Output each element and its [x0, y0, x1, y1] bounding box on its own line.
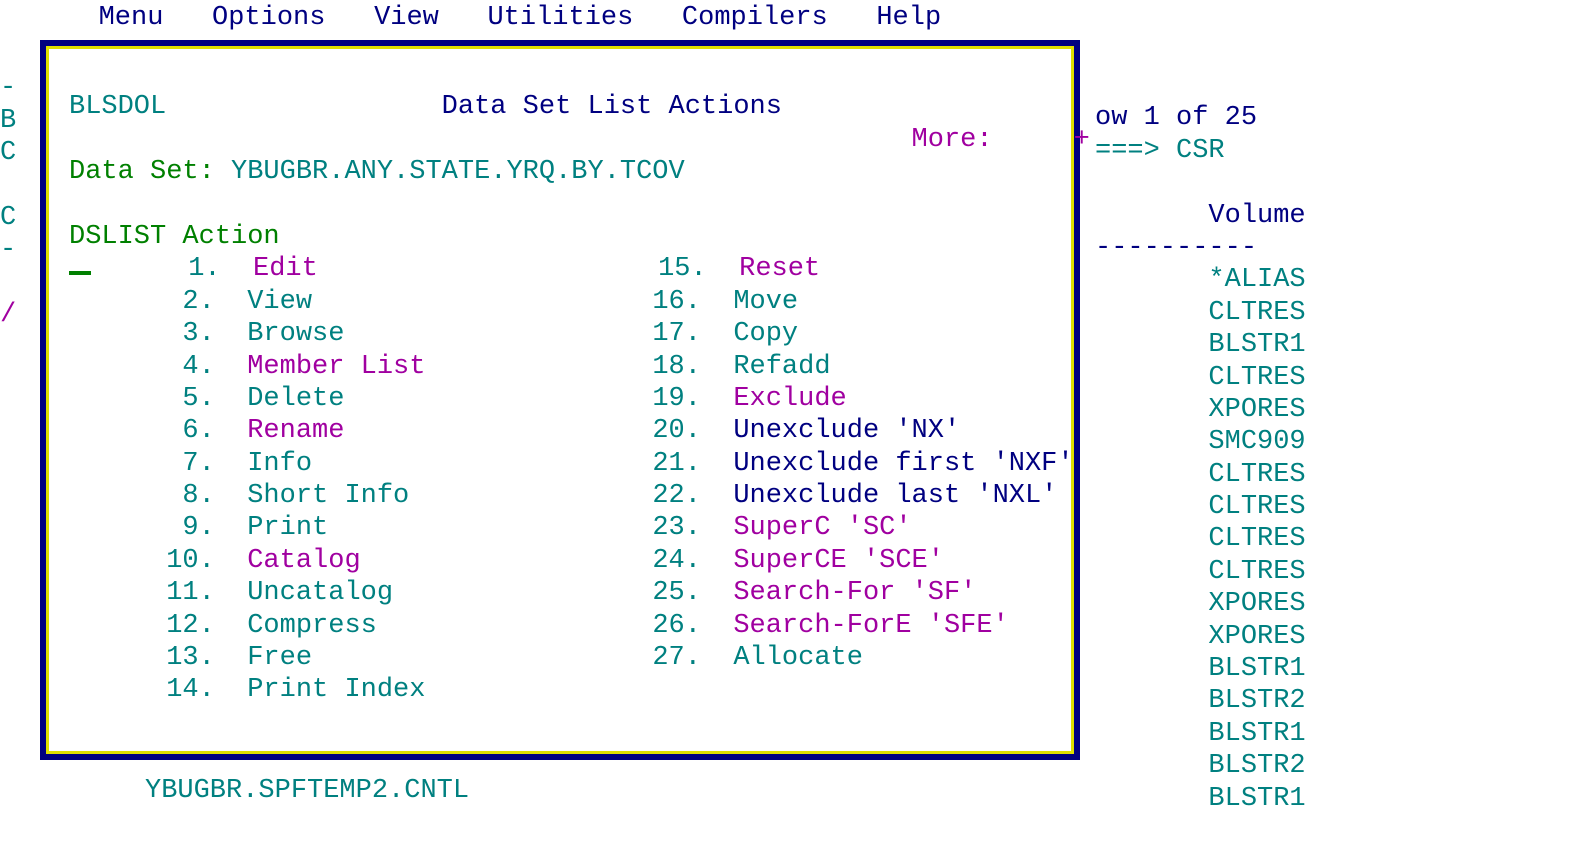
- action-12[interactable]: Compress: [247, 611, 377, 641]
- volume-list: *ALIAS CLTRES BLSTR1 CLTRES XPORES SMC90…: [1095, 264, 1575, 815]
- cursor[interactable]: [69, 271, 91, 275]
- volume-entry: BLSTR2: [1208, 686, 1305, 716]
- volume-entry: CLTRES: [1208, 492, 1305, 522]
- scroll-arrow: ===>: [1095, 136, 1160, 166]
- menu-item-utilities[interactable]: Utilities: [487, 3, 633, 33]
- bottom-dataset: YBUGBR.SPFTEMP2.CNTL: [145, 775, 469, 807]
- volume-entry: XPORES: [1208, 622, 1305, 652]
- action-3[interactable]: Browse: [247, 319, 344, 349]
- row-counter: ow 1 of 25: [1095, 103, 1257, 133]
- volume-entry: CLTRES: [1208, 363, 1305, 393]
- menu-item-compilers[interactable]: Compilers: [682, 3, 828, 33]
- left-dash2: -: [0, 235, 16, 265]
- actions-list: 1. Edit 15. Reset 2. View 16. Move 3. Br…: [69, 253, 1051, 706]
- volume-header: Volume: [1208, 201, 1305, 231]
- popup-title: Data Set List Actions: [442, 92, 782, 122]
- volume-entry: CLTRES: [1208, 460, 1305, 490]
- volume-entry: CLTRES: [1208, 298, 1305, 328]
- left-slash[interactable]: /: [0, 300, 16, 330]
- action-6[interactable]: Rename: [247, 416, 344, 446]
- volume-entry: CLTRES: [1208, 557, 1305, 587]
- scroll-value[interactable]: CSR: [1176, 136, 1225, 166]
- popup-panel: BLSDOL Data Set List Actions More: + Dat…: [40, 40, 1080, 760]
- left-dash: -: [0, 73, 16, 103]
- volume-entry: BLSTR1: [1208, 330, 1305, 360]
- action-20[interactable]: Unexclude 'NX': [733, 416, 960, 446]
- action-8[interactable]: Short Info: [247, 481, 409, 511]
- action-21[interactable]: Unexclude first 'NXF': [733, 449, 1073, 479]
- action-9[interactable]: Print: [247, 513, 328, 543]
- left-c2: C: [0, 203, 16, 233]
- volume-entry: XPORES: [1208, 395, 1305, 425]
- action-17[interactable]: Copy: [733, 319, 798, 349]
- action-24[interactable]: SuperCE 'SCE': [733, 546, 944, 576]
- left-c: C: [0, 138, 16, 168]
- menu-item-view[interactable]: View: [374, 3, 439, 33]
- action-16[interactable]: Move: [733, 287, 798, 317]
- action-1[interactable]: Edit: [253, 254, 318, 284]
- menu-item-help[interactable]: Help: [876, 3, 941, 33]
- action-4[interactable]: Member List: [247, 352, 425, 382]
- action-11[interactable]: Uncatalog: [247, 578, 393, 608]
- volume-entry: SMC909: [1208, 427, 1305, 457]
- volume-entry: BLSTR2: [1208, 751, 1305, 781]
- action-25[interactable]: Search-For 'SF': [733, 578, 976, 608]
- action-19[interactable]: Exclude: [733, 384, 846, 414]
- action-13[interactable]: Free: [247, 643, 312, 673]
- dataset-name: YBUGBR.ANY.STATE.YRQ.BY.TCOV: [231, 157, 685, 187]
- more-plus-icon[interactable]: +: [1074, 125, 1090, 155]
- menu-item-options[interactable]: Options: [212, 3, 325, 33]
- action-27[interactable]: Allocate: [733, 643, 863, 673]
- action-7[interactable]: Info: [247, 449, 312, 479]
- left-margin: - B C C - /: [0, 40, 40, 364]
- panel-id: BLSDOL: [69, 92, 166, 122]
- left-b: B: [0, 106, 16, 136]
- menu-item-menu[interactable]: Menu: [99, 3, 164, 33]
- menu-bar: Menu Options View Utilities Compilers He…: [50, 2, 941, 34]
- volume-entry: XPORES: [1208, 589, 1305, 619]
- action-15[interactable]: Reset: [739, 254, 820, 284]
- volume-entry: BLSTR1: [1208, 719, 1305, 749]
- popup-border: BLSDOL Data Set List Actions More: + Dat…: [46, 46, 1074, 754]
- volume-entry: BLSTR1: [1208, 654, 1305, 684]
- action-18[interactable]: Refadd: [733, 352, 830, 382]
- actions-heading: DSLIST Action: [69, 222, 280, 252]
- more-label: More:: [912, 125, 993, 155]
- action-22[interactable]: Unexclude last 'NXL': [733, 481, 1057, 511]
- action-10[interactable]: Catalog: [247, 546, 360, 576]
- action-14[interactable]: Print Index: [247, 675, 425, 705]
- volume-entry: *ALIAS: [1208, 265, 1305, 295]
- action-26[interactable]: Search-ForE 'SFE': [733, 611, 1008, 641]
- volume-entry: BLSTR1: [1208, 784, 1305, 814]
- right-column: ow 1 of 25 ===> CSR Volume ---------- *A…: [1095, 70, 1575, 815]
- action-2[interactable]: View: [247, 287, 312, 317]
- volume-entry: CLTRES: [1208, 524, 1305, 554]
- volume-divider: ----------: [1095, 233, 1257, 263]
- dataset-label: Data Set:: [69, 157, 215, 187]
- action-23[interactable]: SuperC 'SC': [733, 513, 911, 543]
- action-5[interactable]: Delete: [247, 384, 344, 414]
